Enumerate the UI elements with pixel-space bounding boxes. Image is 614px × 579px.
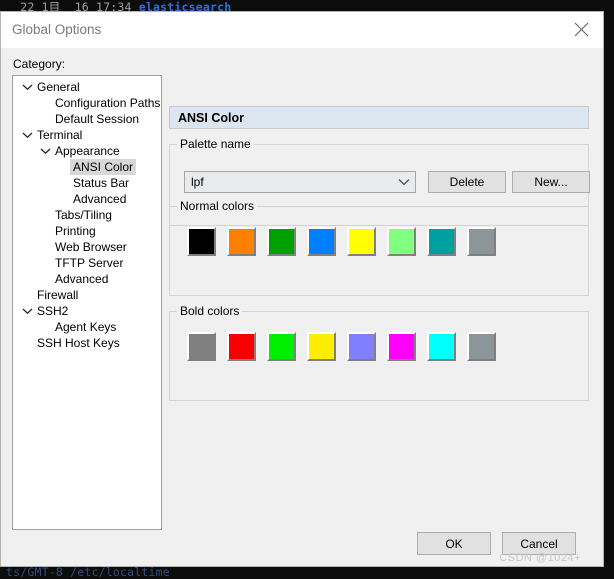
normal-color-swatch-6[interactable]	[427, 227, 456, 256]
tree-item-label: Tabs/Tiling	[55, 208, 112, 222]
bold-color-swatch-3[interactable]	[307, 332, 336, 361]
tree-item-label: ANSI Color	[70, 159, 137, 175]
normal-color-fill-4	[349, 229, 374, 254]
normal-color-fill-5	[389, 229, 414, 254]
chevron-down-icon	[20, 307, 34, 315]
tree-item-ssh2[interactable]: SSH2	[13, 303, 161, 319]
tree-item-advanced[interactable]: Advanced	[13, 191, 161, 207]
normal-color-fill-0	[189, 229, 214, 254]
bold-color-fill-5	[389, 334, 414, 359]
bold-color-swatch-0[interactable]	[187, 332, 216, 361]
bold-color-swatch-2[interactable]	[267, 332, 296, 361]
bold-color-fill-2	[269, 334, 294, 359]
normal-color-fill-1	[229, 229, 254, 254]
tree-item-label: Terminal	[37, 128, 83, 142]
palette-name-combobox[interactable]: lpf	[184, 171, 416, 193]
normal-color-swatch-2[interactable]	[267, 227, 296, 256]
bold-color-fill-7	[469, 334, 494, 359]
bold-color-fill-4	[349, 334, 374, 359]
normal-color-swatch-7[interactable]	[467, 227, 496, 256]
bold-color-fill-3	[309, 334, 334, 359]
ok-button[interactable]: OK	[417, 532, 491, 555]
global-options-dialog: Global Options Category: General Configur…	[0, 11, 604, 567]
tree-item-general[interactable]: General	[13, 79, 161, 95]
bold-color-fill-6	[429, 334, 454, 359]
bold-color-swatch-7[interactable]	[467, 332, 496, 361]
tree-item-label: Advanced	[55, 272, 109, 286]
tree-item-label: SSH2	[37, 304, 69, 318]
chevron-down-icon	[393, 178, 415, 186]
normal-color-swatch-5[interactable]	[387, 227, 416, 256]
dialog-body: Category: General Configuration Paths Defa…	[1, 48, 603, 566]
tree-item-label: Default Session	[55, 112, 140, 126]
tree-item-default-session[interactable]: Default Session	[13, 111, 161, 127]
normal-color-fill-3	[309, 229, 334, 254]
category-label: Category:	[13, 57, 66, 71]
tree-item-ssh-host-keys[interactable]: SSH Host Keys	[13, 335, 161, 351]
terminal-bottom-line: ts/GMT-8 /etc/localtime	[6, 565, 170, 579]
content-panel: ANSI Color Palette name lpf Delete New..…	[169, 106, 590, 566]
tree-item-agent-keys[interactable]: Agent Keys	[13, 319, 161, 335]
normal-color-fill-2	[269, 229, 294, 254]
tree-item-label: Appearance	[55, 144, 120, 158]
tree-item-label: Web Browser	[55, 240, 127, 254]
bold-color-swatch-4[interactable]	[347, 332, 376, 361]
chevron-down-icon	[20, 83, 34, 91]
tree-item-tabs-tiling[interactable]: Tabs/Tiling	[13, 207, 161, 223]
chevron-down-icon	[20, 131, 34, 139]
new-palette-button[interactable]: New...	[512, 171, 590, 193]
tree-item-appearance[interactable]: Appearance	[13, 143, 161, 159]
normal-color-fill-6	[429, 229, 454, 254]
bold-color-swatch-1[interactable]	[227, 332, 256, 361]
tree-item-web-browser[interactable]: Web Browser	[13, 239, 161, 255]
tree-item-label: Agent Keys	[55, 320, 117, 334]
normal-color-swatch-3[interactable]	[307, 227, 336, 256]
tree-item-label: Configuration Paths	[55, 96, 161, 110]
bold-colors-title: Bold colors	[177, 304, 243, 318]
dialog-title-bar: Global Options	[1, 12, 603, 48]
tree-item-label: General	[37, 80, 80, 94]
normal-color-swatch-1[interactable]	[227, 227, 256, 256]
normal-colors-title: Normal colors	[177, 199, 258, 213]
tree-item-label: Status Bar	[73, 176, 130, 190]
category-tree[interactable]: General Configuration Paths Default Sessio…	[12, 75, 162, 530]
normal-color-fill-7	[469, 229, 494, 254]
tree-item-label: Printing	[55, 224, 96, 238]
bold-color-fill-0	[189, 334, 214, 359]
tree-item-configuration-paths[interactable]: Configuration Paths	[13, 95, 161, 111]
chevron-down-icon	[38, 147, 52, 155]
tree-item-advanced[interactable]: Advanced	[13, 271, 161, 287]
bold-color-swatch-5[interactable]	[387, 332, 416, 361]
tree-item-ansi-color[interactable]: ANSI Color	[13, 159, 161, 175]
normal-color-swatch-row	[187, 227, 496, 256]
section-title: ANSI Color	[178, 110, 244, 125]
tree-item-terminal[interactable]: Terminal	[13, 127, 161, 143]
normal-colors-group: Normal colors	[169, 199, 589, 296]
bold-color-swatch-row	[187, 332, 496, 361]
tree-item-label: Advanced	[73, 192, 127, 206]
normal-color-swatch-4[interactable]	[347, 227, 376, 256]
watermark: CSDN @1024+	[499, 552, 581, 564]
dialog-title: Global Options	[12, 22, 102, 37]
bold-colors-group: Bold colors	[169, 304, 589, 401]
close-icon[interactable]	[559, 12, 603, 47]
normal-color-swatch-0[interactable]	[187, 227, 216, 256]
tree-item-tftp-server[interactable]: TFTP Server	[13, 255, 161, 271]
tree-item-label: SSH Host Keys	[37, 336, 120, 350]
bold-color-swatch-6[interactable]	[427, 332, 456, 361]
dialog-button-bar: OK Cancel CSDN @1024+	[1, 522, 603, 566]
tree-item-label: TFTP Server	[55, 256, 124, 270]
tree-item-firewall[interactable]: Firewall	[13, 287, 161, 303]
palette-group-title: Palette name	[177, 137, 254, 151]
delete-button[interactable]: Delete	[428, 171, 506, 193]
palette-name-value: lpf	[191, 175, 204, 189]
tree-item-label: Firewall	[37, 288, 79, 302]
section-header: ANSI Color	[169, 106, 589, 129]
bold-color-fill-1	[229, 334, 254, 359]
tree-item-status-bar[interactable]: Status Bar	[13, 175, 161, 191]
tree-item-printing[interactable]: Printing	[13, 223, 161, 239]
